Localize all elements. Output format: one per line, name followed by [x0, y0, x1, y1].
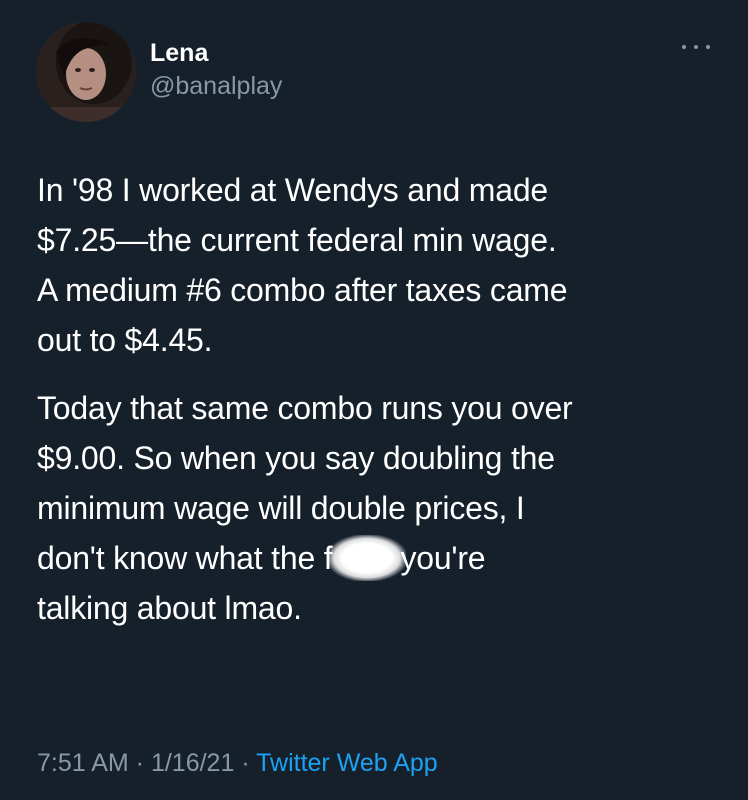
text-line: Today that same combo runs you over [37, 390, 573, 426]
separator: · [128, 749, 151, 777]
tweet-date[interactable]: 1/16/21 [151, 749, 234, 777]
text-segment: don't know what the f [37, 540, 333, 576]
source-app-link[interactable]: Twitter Web App [256, 749, 438, 777]
tweet-text: In '98 I worked at Wendys and made $7.25… [37, 165, 717, 651]
text-line: minimum wage will double prices, I [37, 490, 525, 526]
avatar[interactable] [36, 22, 136, 122]
more-options-icon[interactable] [682, 40, 710, 54]
tweet-paragraph-2: Today that same combo runs you over $9.0… [37, 383, 717, 633]
text-segment: you're [400, 540, 486, 576]
tweet-paragraph-1: In '98 I worked at Wendys and made $7.25… [37, 165, 717, 365]
text-line: out to $4.45. [37, 322, 213, 358]
censor-blur [328, 535, 407, 581]
dot [706, 45, 710, 49]
author-info: Lena @banalplay [150, 38, 282, 102]
avatar-image [36, 22, 136, 122]
text-line: A medium #6 combo after taxes came [37, 272, 568, 308]
display-name[interactable]: Lena [150, 38, 282, 68]
dot [682, 45, 686, 49]
text-line: In '98 I worked at Wendys and made [37, 172, 549, 208]
separator: · [234, 749, 257, 777]
text-line: $7.25—the current federal min wage. [37, 222, 557, 258]
tweet-card: Lena @banalplay In '98 I worked at Wendy… [0, 0, 748, 800]
tweet-time[interactable]: 7:51 AM [37, 749, 129, 777]
censored-text-line: don't know what the f you're [37, 533, 717, 583]
text-line: talking about lmao. [37, 590, 302, 626]
tweet-metadata: 7:51 AM · 1/16/21 · Twitter Web App [37, 746, 438, 780]
text-line: $9.00. So when you say doubling the [37, 440, 555, 476]
dot [694, 45, 698, 49]
username-handle[interactable]: @banalplay [150, 70, 282, 102]
